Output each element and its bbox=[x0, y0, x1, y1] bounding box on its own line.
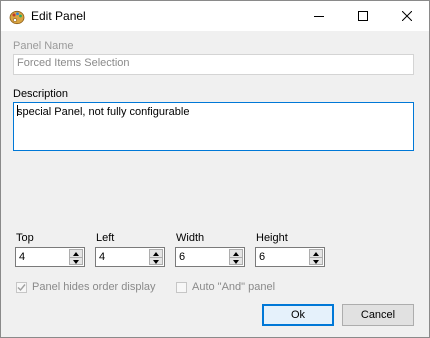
palette-app-icon bbox=[9, 10, 25, 25]
top-spin-buttons bbox=[69, 249, 83, 265]
height-spin-buttons bbox=[309, 249, 323, 265]
maximize-icon bbox=[358, 11, 368, 21]
top-spinner[interactable]: 4 bbox=[15, 247, 85, 267]
arrow-up-icon bbox=[73, 251, 79, 256]
hides-order-display-label: Panel hides order display bbox=[32, 281, 156, 293]
width-spinner[interactable]: 6 bbox=[175, 247, 245, 267]
auto-and-panel-box bbox=[176, 281, 187, 293]
minimize-button[interactable] bbox=[297, 1, 341, 31]
width-increment-button[interactable] bbox=[230, 250, 242, 257]
width-spin-buttons bbox=[229, 249, 243, 265]
height-value: 6 bbox=[259, 251, 266, 263]
checkmark-icon bbox=[17, 283, 26, 291]
height-increment-button[interactable] bbox=[310, 250, 322, 257]
ok-button[interactable]: Ok bbox=[262, 304, 334, 326]
left-decrement-button[interactable] bbox=[150, 257, 162, 265]
description-value: special Panel, not fully configurable bbox=[17, 106, 190, 118]
top-value: 4 bbox=[19, 251, 26, 263]
arrow-down-icon bbox=[233, 259, 239, 264]
top-increment-button[interactable] bbox=[70, 250, 82, 257]
left-label: Left bbox=[96, 232, 115, 244]
arrow-up-icon bbox=[233, 251, 239, 256]
close-icon bbox=[402, 11, 412, 21]
cancel-button-label: Cancel bbox=[360, 309, 396, 321]
hides-order-display-box bbox=[16, 281, 27, 293]
panel-name-field[interactable]: Forced Items Selection bbox=[13, 54, 414, 75]
title-bar[interactable]: Edit Panel bbox=[1, 1, 429, 31]
panel-name-label: Panel Name bbox=[13, 40, 74, 52]
left-spinner[interactable]: 4 bbox=[95, 247, 165, 267]
edit-panel-dialog: Edit Panel Panel Name Forced Items Selec… bbox=[0, 0, 430, 338]
height-label: Height bbox=[256, 232, 288, 244]
close-button[interactable] bbox=[385, 1, 429, 31]
hides-order-display-checkbox[interactable]: Panel hides order display bbox=[16, 281, 156, 293]
description-label: Description bbox=[13, 88, 69, 100]
left-increment-button[interactable] bbox=[150, 250, 162, 257]
description-field[interactable]: special Panel, not fully configurable bbox=[13, 102, 414, 151]
auto-and-panel-checkbox[interactable]: Auto "And" panel bbox=[176, 281, 275, 293]
width-label: Width bbox=[176, 232, 205, 244]
panel-name-value: Forced Items Selection bbox=[17, 57, 130, 69]
auto-and-panel-label: Auto "And" panel bbox=[192, 281, 276, 293]
ok-button-label: Ok bbox=[290, 309, 306, 321]
arrow-down-icon bbox=[73, 259, 79, 264]
top-label: Top bbox=[16, 232, 34, 244]
cancel-button[interactable]: Cancel bbox=[342, 304, 414, 326]
arrow-up-icon bbox=[153, 251, 159, 256]
height-decrement-button[interactable] bbox=[310, 257, 322, 265]
height-spinner[interactable]: 6 bbox=[255, 247, 325, 267]
arrow-down-icon bbox=[153, 259, 159, 264]
width-decrement-button[interactable] bbox=[230, 257, 242, 265]
maximize-button[interactable] bbox=[341, 1, 385, 31]
window-title: Edit Panel bbox=[31, 9, 86, 23]
width-value: 6 bbox=[179, 251, 186, 263]
minimize-icon bbox=[314, 16, 324, 17]
arrow-up-icon bbox=[313, 251, 319, 256]
left-value: 4 bbox=[99, 251, 106, 263]
top-decrement-button[interactable] bbox=[70, 257, 82, 265]
arrow-down-icon bbox=[313, 259, 319, 264]
left-spin-buttons bbox=[149, 249, 163, 265]
